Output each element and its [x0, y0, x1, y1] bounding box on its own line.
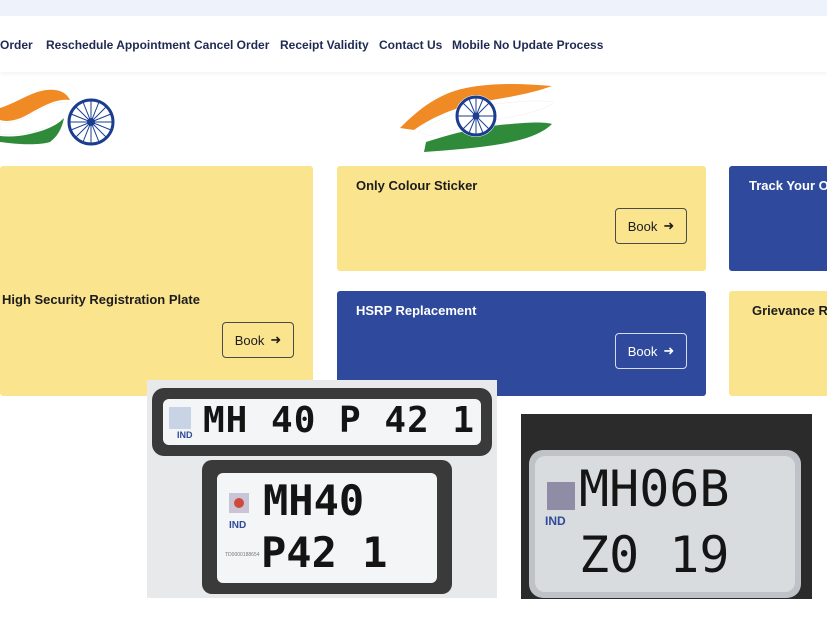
book-button[interactable]: Book ➜	[615, 333, 687, 369]
nav-receipt-validity[interactable]: Receipt Validity	[280, 38, 369, 52]
hsrp-plates-photo: IND MH 40 P 42 1 IND MH40 P42 1 TD000018…	[147, 380, 497, 598]
arrow-right-icon: ➜	[663, 218, 675, 233]
top-strip	[0, 0, 827, 16]
square-plate-line1: MH40	[263, 476, 365, 525]
top-nav: Order Reschedule Appointment Cancel Orde…	[0, 16, 827, 72]
page: Order Reschedule Appointment Cancel Orde…	[0, 0, 827, 620]
card-only-colour-sticker: Only Colour Sticker Book ➜	[337, 166, 706, 271]
hsrp-plate-closeup-photo: IND MH06B Z0 19	[521, 414, 812, 599]
closeup-plate-line2: Z0 19	[579, 526, 730, 584]
top-plate-number: MH 40 P 42 1	[203, 400, 476, 441]
book-label: Book	[627, 218, 658, 234]
indian-flag-left-icon	[0, 89, 115, 146]
card-title: HSRP Replacement	[356, 303, 477, 318]
nav-mobile-no-update-process[interactable]: Mobile No Update Process	[452, 38, 603, 52]
plate-country-code: IND	[177, 430, 193, 440]
book-button[interactable]: Book ➜	[615, 208, 687, 244]
arrow-right-icon: ➜	[663, 343, 675, 358]
card-title: Grievance R	[752, 303, 827, 318]
nav-reschedule-appointment[interactable]: Reschedule Appointment	[46, 38, 190, 52]
nav-cancel-order[interactable]: Cancel Order	[194, 38, 269, 52]
nav-order[interactable]: Order	[0, 38, 33, 52]
card-track-your-order[interactable]: Track Your O	[729, 166, 827, 271]
book-button[interactable]: Book ➜	[222, 322, 294, 358]
card-title: Track Your O	[749, 178, 827, 193]
book-label: Book	[627, 343, 658, 359]
card-grievance-redressal[interactable]: Grievance R	[729, 291, 827, 396]
card-title: Only Colour Sticker	[356, 178, 478, 193]
card-title: High Security Registration Plate	[2, 292, 200, 307]
book-label: Book	[234, 332, 265, 348]
closeup-plate-line1: MH06B	[579, 460, 730, 518]
arrow-right-icon: ➜	[270, 332, 282, 347]
square-plate-line2: P42 1	[261, 528, 388, 577]
plate-serial: TD0000188654	[225, 552, 260, 558]
card-high-security-registration-plate: High Security Registration Plate Book ➜	[0, 166, 313, 396]
nav-contact-us[interactable]: Contact Us	[379, 38, 442, 52]
plate-country-code: IND	[229, 520, 247, 531]
plate-country-code: IND	[545, 514, 566, 528]
indian-flag-center-icon	[400, 84, 555, 152]
